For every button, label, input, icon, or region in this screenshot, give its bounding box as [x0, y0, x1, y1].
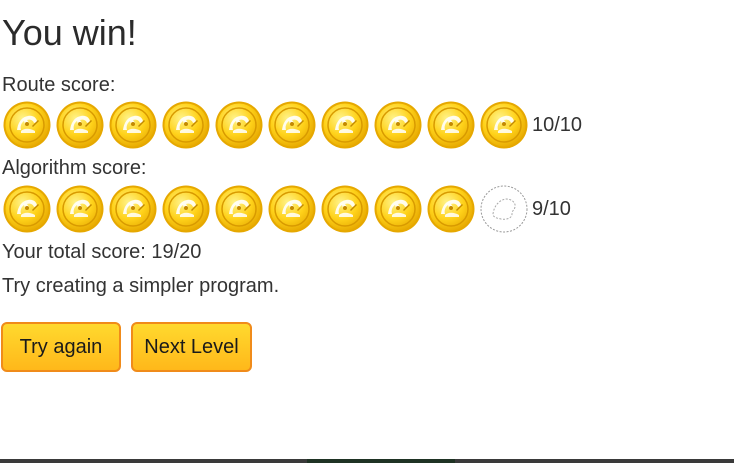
- algorithm-score-value: 9/10: [532, 198, 571, 220]
- empty-coin-outline-icon: [479, 184, 529, 234]
- route-score-label: Route score:: [2, 74, 116, 96]
- gold-coin-icon: [373, 184, 423, 234]
- gold-coin-icon: [479, 100, 529, 150]
- bottom-border-accent: [307, 459, 455, 463]
- page-title: You win!: [2, 12, 137, 53]
- algorithm-score-label: Algorithm score:: [2, 157, 147, 179]
- gold-coin-icon: [426, 100, 476, 150]
- next-level-button[interactable]: Next Level: [131, 322, 252, 372]
- gold-coin-icon: [161, 184, 211, 234]
- route-score-coins: 10/10: [2, 100, 582, 150]
- gold-coin-icon: [108, 184, 158, 234]
- try-again-button[interactable]: Try again: [1, 322, 121, 372]
- gold-coin-icon: [320, 184, 370, 234]
- gold-coin-icon: [108, 100, 158, 150]
- algorithm-score-coins: 9/10: [2, 184, 571, 234]
- win-screen: You win! Route score: 10/10 Algorithm sc…: [0, 0, 734, 463]
- gold-coin-icon: [2, 184, 52, 234]
- gold-coin-icon: [2, 100, 52, 150]
- route-score-value: 10/10: [532, 114, 583, 136]
- gold-coin-icon: [55, 184, 105, 234]
- hint-text: Try creating a simpler program.: [2, 275, 280, 297]
- gold-coin-icon: [267, 184, 317, 234]
- gold-coin-icon: [373, 100, 423, 150]
- gold-coin-icon: [214, 100, 264, 150]
- gold-coin-icon: [320, 100, 370, 150]
- gold-coin-icon: [214, 184, 264, 234]
- gold-coin-icon: [426, 184, 476, 234]
- gold-coin-icon: [55, 100, 105, 150]
- total-score-text: Your total score: 19/20: [2, 241, 202, 263]
- gold-coin-icon: [267, 100, 317, 150]
- gold-coin-icon: [161, 100, 211, 150]
